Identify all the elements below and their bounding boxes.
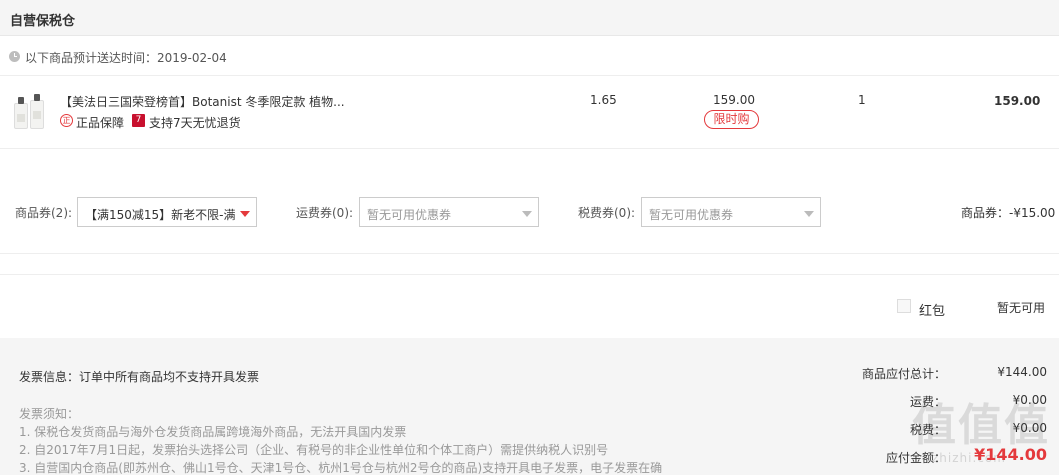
tax-fee-label: 税费： bbox=[910, 423, 947, 437]
invoice-notice-line: 2. 自2017年7月1日起，发票抬头选择公司（企业、有税号的非企业性单位和个体… bbox=[19, 443, 609, 457]
invoice-notice-line: 3. 自营国内仓商品(即苏州仓、佛山1号仓、天津1号仓、杭州1号仓与杭州2号仓的… bbox=[19, 461, 663, 475]
product-name-link[interactable]: 【美法日三国荣登榜首】Botanist 冬季限定款 植物... bbox=[60, 93, 350, 110]
tax-coupon-value: 暂无可用优惠券 bbox=[649, 208, 734, 222]
coupon-row: 商品券(2): 【满150减15】新老不限-满... 运费券(0): 暂无可用优… bbox=[0, 149, 1059, 254]
payable-amount: ¥144.00 bbox=[974, 445, 1047, 464]
invoice-info: 发票信息：订单中所有商品均不支持开具发票 bbox=[19, 370, 260, 384]
red-packet-status: 暂无可用 bbox=[997, 301, 1046, 315]
product-price: 159.00 bbox=[713, 93, 755, 107]
coupon-discount-total: 商品券：-¥15.00 bbox=[961, 206, 1056, 220]
delivery-row: 以下商品预计送达时间：2019-02-04 bbox=[0, 36, 1059, 76]
tax-fee-value: ¥0.00 bbox=[1012, 421, 1047, 435]
dropdown-arrow-icon bbox=[240, 211, 250, 217]
shipping-coupon-value: 暂无可用优惠券 bbox=[367, 208, 452, 222]
order-summary-footer: 发票信息：订单中所有商品均不支持开具发票 发票须知： 1. 保税仓发货商品与海外… bbox=[0, 338, 1059, 475]
product-row: 【美法日三国荣登榜首】Botanist 冬季限定款 植物... 正 正品保障 7… bbox=[0, 76, 1059, 149]
tax-coupon-label: 税费券(0): bbox=[578, 206, 636, 220]
product-thumbnail[interactable] bbox=[12, 93, 48, 129]
genuine-badge-icon: 正 bbox=[60, 114, 73, 127]
dropdown-arrow-icon bbox=[804, 211, 814, 217]
bottle-image bbox=[30, 94, 44, 129]
goods-total-label: 商品应付总计： bbox=[862, 367, 947, 381]
return-7day-icon: 7 bbox=[132, 114, 145, 127]
warehouse-title: 自营保税仓 bbox=[10, 14, 76, 29]
product-quantity: 1 bbox=[858, 93, 866, 107]
shipping-fee-label: 运费： bbox=[910, 395, 947, 409]
return-policy-label: 支持7天无忧退货 bbox=[149, 116, 241, 130]
payable-label: 应付金额： bbox=[886, 451, 947, 465]
bottle-image bbox=[14, 97, 28, 129]
red-packet-label: 红包 bbox=[919, 304, 946, 319]
goods-coupon-select[interactable]: 【满150减15】新老不限-满... bbox=[77, 197, 257, 227]
red-packet-checkbox[interactable] bbox=[897, 299, 911, 313]
shipping-coupon-select[interactable]: 暂无可用优惠券 bbox=[359, 197, 539, 227]
clock-icon bbox=[9, 51, 20, 62]
shipping-coupon-label: 运费券(0): bbox=[296, 206, 354, 220]
delivery-date-text: 以下商品预计送达时间：2019-02-04 bbox=[25, 51, 227, 65]
goods-coupon-value: 【满150减15】新老不限-满... bbox=[85, 208, 235, 222]
dropdown-arrow-icon bbox=[522, 211, 532, 217]
goods-total-value: ¥144.00 bbox=[997, 365, 1047, 379]
product-subtotal: 159.00 bbox=[994, 94, 1041, 108]
warehouse-header: 自营保税仓 bbox=[0, 0, 1059, 36]
limited-time-tag: 限时购 bbox=[704, 110, 759, 129]
invoice-notice-line: 1. 保税仓发货商品与海外仓发货商品属跨境海外商品，无法开具国内发票 bbox=[19, 425, 407, 439]
tax-coupon-select[interactable]: 暂无可用优惠券 bbox=[641, 197, 821, 227]
genuine-badge-label: 正品保障 bbox=[76, 116, 125, 130]
product-weight: 1.65 bbox=[590, 93, 617, 107]
red-packet-row: 红包 暂无可用 bbox=[0, 274, 1059, 338]
goods-coupon-label: 商品券(2): bbox=[15, 206, 73, 220]
invoice-notice-title: 发票须知： bbox=[19, 407, 80, 421]
shipping-fee-value: ¥0.00 bbox=[1012, 393, 1047, 407]
